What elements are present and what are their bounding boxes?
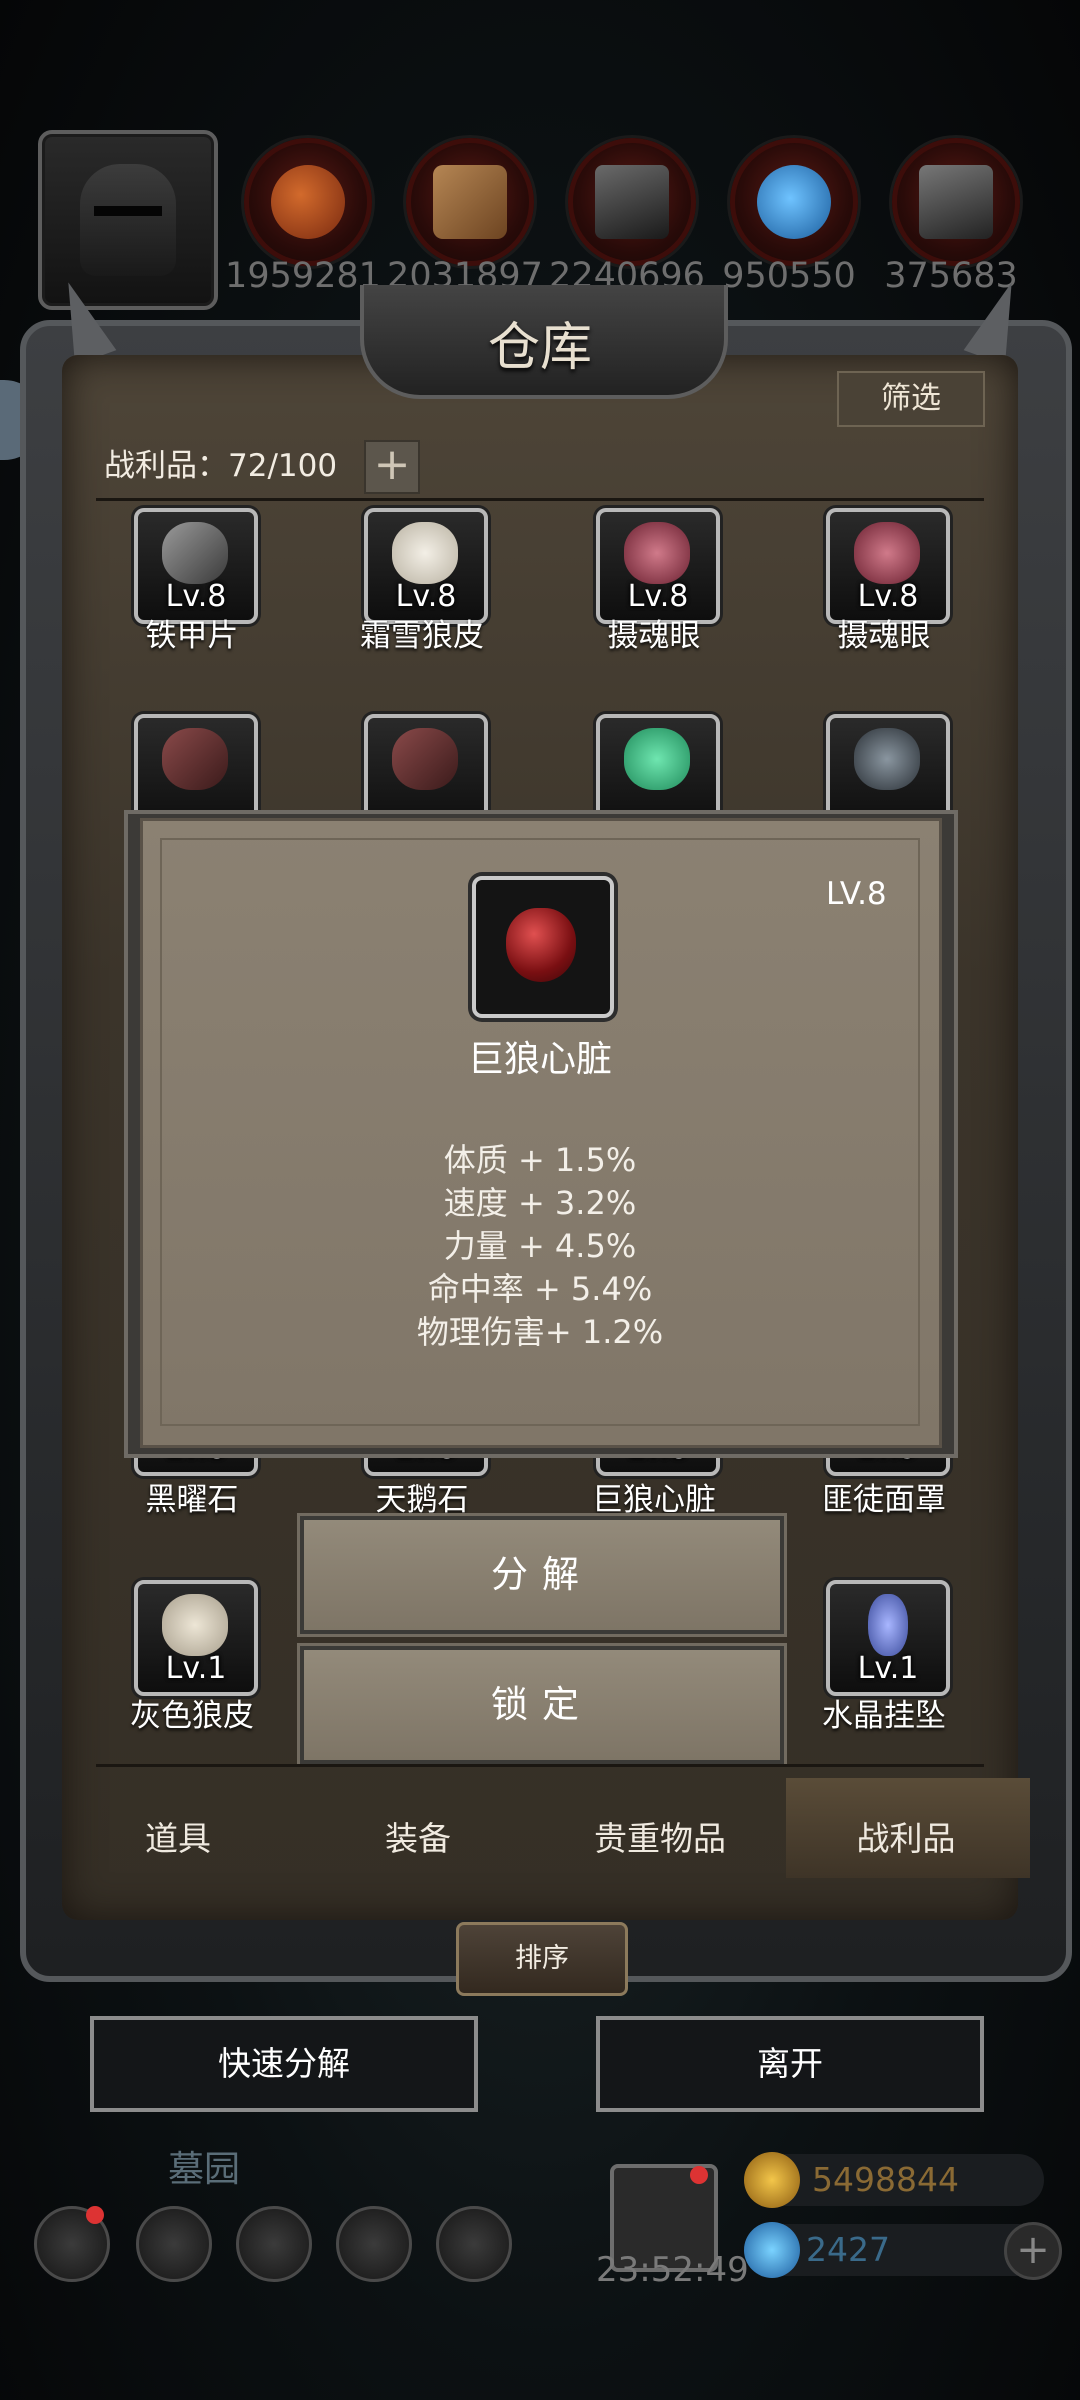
item-level: Lv.8 xyxy=(857,579,919,614)
heart-icon xyxy=(506,908,576,982)
item-slot[interactable]: Lv.8 xyxy=(826,508,950,624)
item-slot[interactable]: Lv.8 xyxy=(134,508,258,624)
helmet-icon xyxy=(80,164,176,276)
item-level: Lv.8 xyxy=(627,579,689,614)
tab-equipment[interactable]: 装备 xyxy=(308,1812,528,1860)
item-slot[interactable]: Lv.8 xyxy=(596,508,720,624)
mask-icon xyxy=(854,728,920,790)
warehouse-title: 仓库 xyxy=(487,318,592,378)
add-currency-icon[interactable]: + xyxy=(1004,2222,1062,2280)
gem-icon xyxy=(744,2222,800,2278)
popup-item-icon xyxy=(472,876,614,1018)
item-level: Lv.8 xyxy=(165,579,227,614)
item-slot[interactable]: Lv.8 xyxy=(364,508,488,624)
crystal-icon xyxy=(730,138,858,266)
item-level: Lv.8 xyxy=(395,579,457,614)
tab-divider xyxy=(96,1764,984,1767)
stat-line: 命中率 + 5.4% xyxy=(427,1270,653,1308)
tab-valuables[interactable]: 贵重物品 xyxy=(550,1812,770,1860)
stat-line: 体质 + 1.5% xyxy=(443,1141,637,1179)
guild-icon[interactable] xyxy=(436,2206,512,2282)
mail-icon[interactable] xyxy=(336,2206,412,2282)
filter-button[interactable]: 筛选 xyxy=(837,371,985,427)
sort-button[interactable]: 排序 xyxy=(456,1922,628,1996)
divider xyxy=(96,498,984,501)
popup-item-name: 巨狼心脏 xyxy=(467,1039,612,1080)
gem-amount: 2427 xyxy=(806,2230,890,2269)
soul-eye-icon xyxy=(854,522,920,584)
armor-plate-icon xyxy=(162,522,228,584)
stat-line: 力量 + 4.5% xyxy=(443,1227,637,1265)
wood-icon xyxy=(406,138,534,266)
meat-icon xyxy=(244,138,372,266)
popup-item-level: LV.8 xyxy=(826,876,887,912)
stone-icon xyxy=(568,138,696,266)
notification-dot xyxy=(86,2206,104,2224)
item-name: 摄魂眼 xyxy=(607,618,701,654)
achievement-icon[interactable] xyxy=(136,2206,212,2282)
item-name: 天鹅石 xyxy=(375,1482,469,1518)
wolf-pelt-icon xyxy=(162,1594,228,1656)
loot-capacity: 战利品：72/100 xyxy=(104,448,338,484)
gift-timer: 23:52:49 xyxy=(596,2250,749,2290)
item-name: 黑曜石 xyxy=(145,1482,239,1518)
item-slot[interactable]: Lv.1 xyxy=(826,1580,950,1696)
lock-button[interactable]: 锁定 xyxy=(300,1646,784,1764)
item-level: Lv.1 xyxy=(857,1651,919,1686)
item-name: 铁甲片 xyxy=(145,618,239,654)
item-slot[interactable]: Lv.1 xyxy=(134,1580,258,1696)
claw-icon xyxy=(162,728,228,790)
notification-dot xyxy=(690,2166,708,2184)
jade-stone-icon xyxy=(624,728,690,790)
item-name: 摄魂眼 xyxy=(837,618,931,654)
crystal-pendant-icon xyxy=(868,1594,908,1656)
item-name: 霜雪狼皮 xyxy=(360,618,484,654)
gold-coin-icon xyxy=(744,2152,800,2208)
expand-capacity-button[interactable]: + xyxy=(364,440,420,494)
map-name: 墓园 xyxy=(168,2149,241,2190)
item-name: 灰色狼皮 xyxy=(130,1698,254,1734)
claw-icon xyxy=(392,728,458,790)
resource-crystal-value: 950550 xyxy=(722,256,856,296)
stat-line: 物理伤害+ 1.2% xyxy=(416,1313,664,1351)
item-name: 匪徒面罩 xyxy=(822,1482,946,1518)
stat-line: 速度 + 3.2% xyxy=(443,1184,637,1222)
leave-button[interactable]: 离开 xyxy=(596,2016,984,2112)
gold-amount: 5498844 xyxy=(812,2160,959,2199)
map-icon[interactable] xyxy=(236,2206,312,2282)
tab-items[interactable]: 道具 xyxy=(68,1812,288,1860)
quick-decompose-button[interactable]: 快速分解 xyxy=(90,2016,478,2112)
wolf-pelt-icon xyxy=(392,522,458,584)
soul-eye-icon xyxy=(624,522,690,584)
item-name: 水晶挂坠 xyxy=(822,1698,946,1734)
item-name: 巨狼心脏 xyxy=(592,1482,716,1518)
item-level: Lv.1 xyxy=(165,1651,227,1686)
iron-icon xyxy=(892,138,1020,266)
tab-loot[interactable]: 战利品 xyxy=(796,1812,1016,1860)
decompose-button[interactable]: 分解 xyxy=(300,1516,784,1634)
